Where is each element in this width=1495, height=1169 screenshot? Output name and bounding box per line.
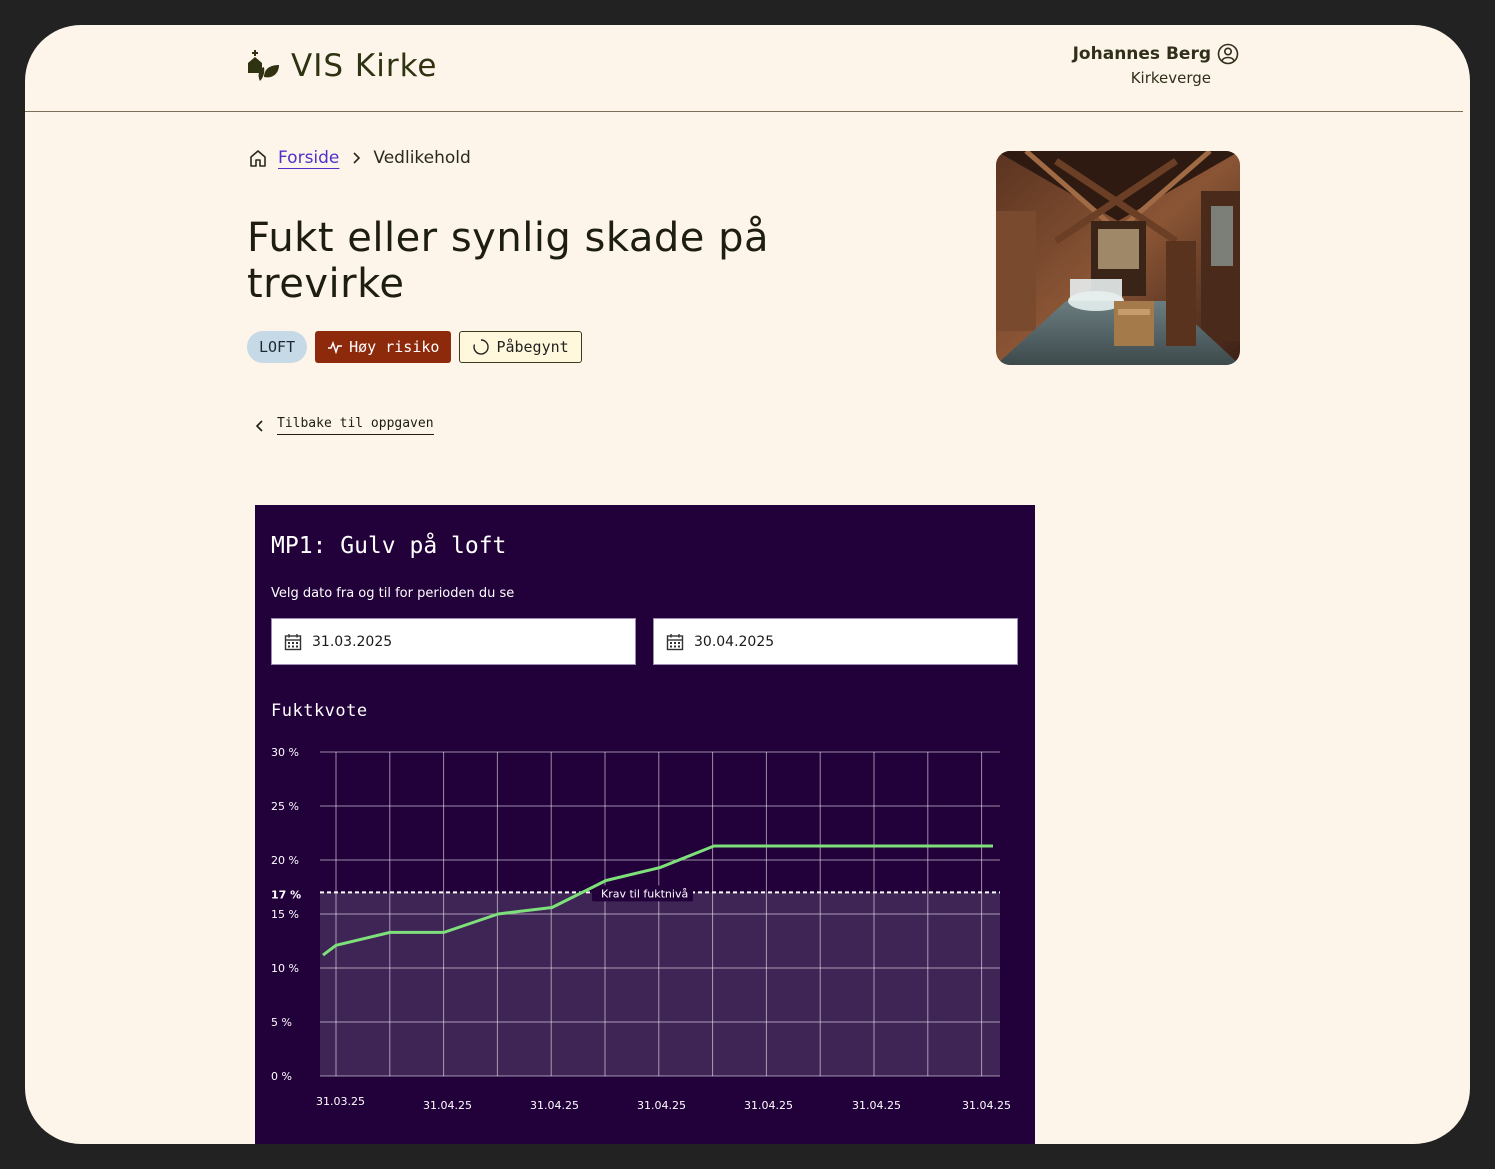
user-name: Johannes Berg (1072, 44, 1211, 64)
threshold-area (320, 892, 1000, 1076)
measurement-point-title: MP1: Gulv på loft (271, 533, 507, 559)
church-logo-icon (248, 50, 279, 81)
date-prompt: Velg dato fra og til for perioden du se (271, 586, 515, 601)
breadcrumb: Forside Vedlikehold (248, 148, 471, 168)
threshold-tick-label: 17 % (271, 888, 301, 901)
moisture-chart: 0 % 5 % 10 % 15 % 20 % 25 % 30 % 17 % Krav til f… (271, 746, 1011, 1112)
x-tick-label: 31.04.25 (852, 1099, 901, 1112)
x-tick-label: 31.03.25 (316, 1095, 365, 1108)
date-to-value: 30.04.2025 (694, 633, 775, 650)
logo[interactable]: VIS Kirke (245, 47, 438, 85)
status-tag: Påbegynt (459, 331, 582, 363)
chart-title: Fuktkvote (271, 701, 368, 721)
y-tick-label: 30 % (271, 746, 299, 759)
user-role: Kirkeverge (1130, 69, 1211, 87)
app-name: VIS Kirke (291, 48, 438, 84)
home-icon[interactable] (248, 148, 268, 168)
date-to-input[interactable]: 30.04.2025 (653, 618, 1018, 665)
x-tick-label: 31.04.25 (962, 1099, 1011, 1112)
x-tick-label: 31.04.25 (744, 1099, 793, 1112)
breadcrumb-current: Vedlikehold (373, 148, 471, 168)
measurement-card: MP1: Gulv på loft Velg dato fra og til f… (255, 505, 1035, 1144)
y-tick-label: 0 % (271, 1070, 292, 1083)
date-from-input[interactable]: 31.03.2025 (271, 618, 636, 665)
risk-tag: Høy risiko (315, 331, 452, 363)
top-header: VIS Kirke Johannes Berg Kirkeverge (25, 25, 1463, 112)
risk-tag-label: Høy risiko (349, 338, 440, 356)
user-name-row: Johannes Berg (1073, 43, 1239, 65)
x-tick-label: 31.04.25 (530, 1099, 579, 1112)
date-from-value: 31.03.2025 (312, 633, 393, 650)
threshold-label: Krav til fuktnivå (601, 887, 688, 900)
location-tag: LOFT (247, 331, 308, 363)
tag-list: LOFT Høy risiko Påbegynt (247, 331, 582, 363)
y-tick-label: 25 % (271, 800, 299, 813)
calendar-icon (666, 633, 684, 650)
app-window: VIS Kirke Johannes Berg Kirkeverge Forsi… (25, 25, 1470, 1144)
back-link[interactable]: Tilbake til oppgaven (253, 416, 434, 435)
y-tick-label: 15 % (271, 908, 299, 921)
progress-spinner-icon (473, 339, 490, 355)
x-tick-label: 31.04.25 (637, 1099, 686, 1112)
chevron-right-icon (353, 152, 361, 164)
breadcrumb-home-link[interactable]: Forside (278, 148, 339, 168)
user-avatar-icon (1217, 43, 1239, 65)
y-tick-label: 20 % (271, 854, 299, 867)
chevron-left-icon (255, 419, 263, 432)
status-tag-label: Påbegynt (496, 338, 569, 356)
y-tick-label: 10 % (271, 962, 299, 975)
pulse-icon (328, 340, 343, 354)
back-link-label: Tilbake til oppgaven (277, 416, 434, 435)
user-menu[interactable]: Johannes Berg Kirkeverge (1073, 43, 1239, 87)
y-tick-label: 5 % (271, 1016, 292, 1029)
church-interior-image (996, 151, 1240, 365)
page-title: Fukt eller synlig skade på trevirke (247, 215, 769, 307)
x-tick-label: 31.04.25 (423, 1099, 472, 1112)
calendar-icon (284, 633, 302, 650)
